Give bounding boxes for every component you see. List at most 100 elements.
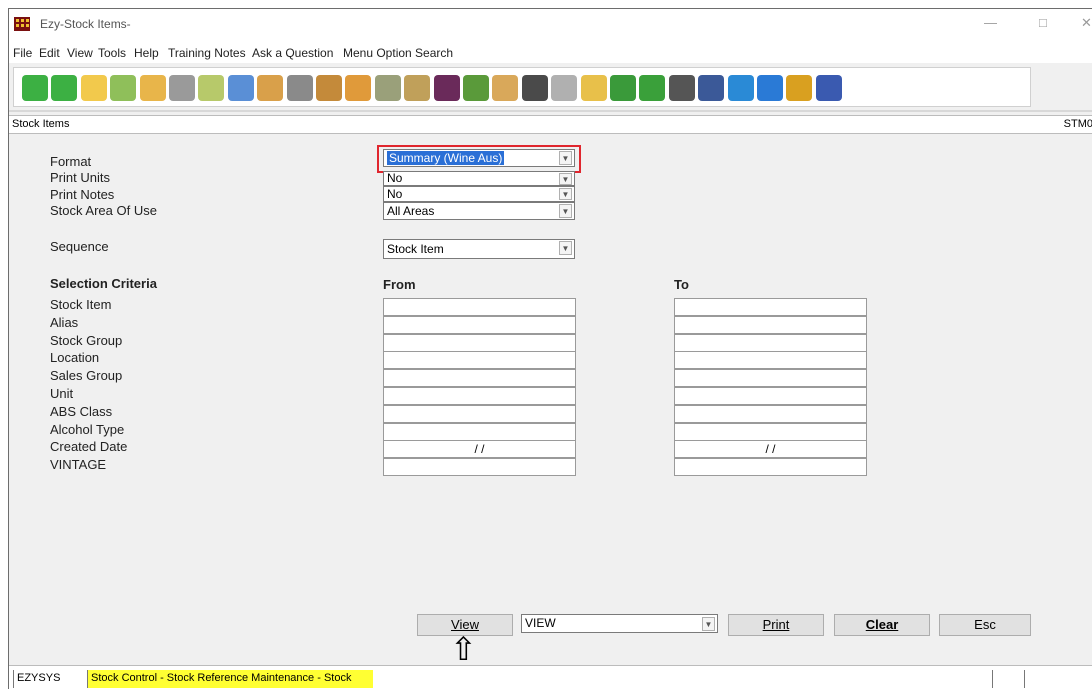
print-notes-value: No (387, 187, 403, 201)
criteria-to-input[interactable] (674, 351, 867, 370)
criteria-to-input[interactable] (674, 333, 867, 352)
esc-button-label: Esc (974, 617, 996, 632)
print-units-select[interactable]: No ▼ (383, 171, 575, 186)
gear-icon[interactable] (521, 75, 548, 101)
menu-edit[interactable]: Edit (39, 46, 60, 60)
pen-icon[interactable] (286, 75, 313, 101)
criteria-to-input[interactable] (674, 315, 867, 334)
format-label: Format (50, 154, 92, 169)
menu-training-notes[interactable]: Training Notes (168, 46, 246, 60)
bank-icon[interactable] (169, 75, 195, 101)
criteria-label: ABS Class (50, 403, 113, 419)
criteria-from-input[interactable] (383, 422, 576, 441)
criteria-label: Stock Group (50, 332, 123, 348)
help-icon[interactable] (815, 75, 842, 101)
esc-button[interactable]: Esc (939, 614, 1031, 636)
criteria-from-input[interactable] (383, 333, 576, 352)
criteria-label: Stock Item (50, 297, 112, 312)
criteria-from-input[interactable] (383, 298, 576, 316)
menu-help[interactable]: Help (134, 46, 159, 60)
criteria-from-input[interactable] (383, 387, 576, 405)
criteria-to-input[interactable] (674, 404, 867, 423)
exit-door-icon[interactable] (786, 75, 813, 101)
menu-ask-a-question[interactable]: Ask a Question (252, 46, 333, 60)
stock-area-select[interactable]: All Areas ▼ (383, 202, 575, 220)
menu-bar: File Edit View Tools Help Training Notes… (9, 43, 1092, 63)
screen-title: Stock Items (12, 118, 70, 130)
criteria-from-input[interactable] (383, 458, 576, 477)
sequence-label: Sequence (50, 239, 109, 254)
grapes-icon[interactable] (463, 75, 489, 101)
tag-icon[interactable] (198, 75, 225, 101)
back-arrow-icon[interactable] (22, 75, 48, 101)
people-icon[interactable] (257, 75, 284, 101)
format-value: Summary (Wine Aus) (387, 151, 505, 165)
box-icon[interactable] (345, 75, 372, 101)
print-units-value: No (387, 171, 403, 185)
output-select[interactable]: VIEW ▼ (521, 614, 718, 633)
stock-area-value: All Areas (387, 204, 435, 218)
criteria-to-input[interactable]: / / (674, 440, 867, 459)
shamrock-icon[interactable] (610, 75, 636, 101)
sequence-value: Stock Item (387, 242, 444, 256)
output-value: VIEW (525, 616, 556, 630)
cylinder-icon[interactable] (551, 75, 578, 101)
criteria-label: VINTAGE (50, 457, 107, 473)
menu-tools[interactable]: Tools (98, 46, 126, 60)
app-logo-icon (14, 17, 30, 31)
news-icon[interactable] (668, 75, 695, 101)
chevron-down-icon: ▼ (702, 617, 715, 631)
sequence-select[interactable]: Stock Item ▼ (383, 239, 575, 259)
invoice-icon[interactable] (110, 75, 137, 101)
info-icon[interactable] (757, 75, 783, 101)
money-hand-icon[interactable] (139, 75, 166, 101)
criteria-to-input[interactable] (674, 422, 867, 441)
calculator-icon[interactable] (227, 75, 254, 101)
status-breadcrumb: Stock Control - Stock Reference Maintena… (87, 670, 373, 689)
hammer-icon[interactable] (374, 75, 401, 101)
criteria-from-input[interactable] (383, 351, 576, 370)
format-select[interactable]: Summary (Wine Aus) ▼ (383, 149, 575, 167)
criteria-to-input[interactable] (674, 369, 867, 388)
clear-button-label: Clear (865, 617, 899, 632)
menu-view[interactable]: View (67, 46, 93, 60)
print-notes-select[interactable]: No ▼ (383, 186, 575, 202)
menu-file[interactable]: File (13, 46, 32, 60)
criteria-from-input[interactable]: / / (383, 440, 576, 459)
criteria-label: Location (50, 350, 100, 366)
criteria-from-input[interactable] (383, 404, 576, 423)
screen-code: STM0 (1063, 118, 1092, 130)
print-button[interactable]: Print (728, 614, 824, 636)
truck-icon[interactable] (404, 75, 431, 101)
folder-icon[interactable] (80, 75, 107, 101)
wine-bottle-icon[interactable] (433, 75, 460, 101)
briefcase-icon[interactable] (492, 75, 519, 101)
stock-area-label: Stock Area Of Use (50, 203, 157, 218)
menu-option-search[interactable]: Menu Option Search (343, 46, 453, 60)
dollar-icon[interactable] (639, 75, 666, 101)
status-user: EZYSYS (13, 670, 85, 688)
toolbar-divider (9, 110, 1092, 112)
facebook-icon[interactable] (698, 75, 725, 101)
view-button-label: View (451, 617, 479, 632)
maximize-button[interactable]: □ (1039, 15, 1047, 30)
criteria-label: Unit (50, 386, 74, 401)
criteria-from-input[interactable] (383, 369, 576, 388)
print-button-label: Print (762, 617, 790, 632)
criteria-from-input[interactable] (383, 315, 576, 334)
barrel-icon[interactable] (316, 75, 342, 101)
cube-icon[interactable] (580, 75, 607, 101)
chevron-down-icon: ▼ (559, 188, 572, 200)
pointer-arrow-icon: ⇧ (450, 631, 477, 667)
criteria-to-input[interactable] (674, 298, 867, 316)
globe-icon[interactable] (727, 75, 754, 101)
clear-button[interactable]: Clear (834, 614, 930, 636)
criteria-label: Sales Group (50, 368, 123, 384)
forward-arrow-icon[interactable] (51, 75, 78, 101)
print-units-label: Print Units (50, 170, 110, 185)
minimize-button[interactable]: — (984, 15, 997, 30)
criteria-to-input[interactable] (674, 458, 867, 477)
criteria-to-input[interactable] (674, 387, 867, 405)
to-heading: To (674, 277, 689, 292)
close-button[interactable]: ✕ (1081, 15, 1092, 31)
